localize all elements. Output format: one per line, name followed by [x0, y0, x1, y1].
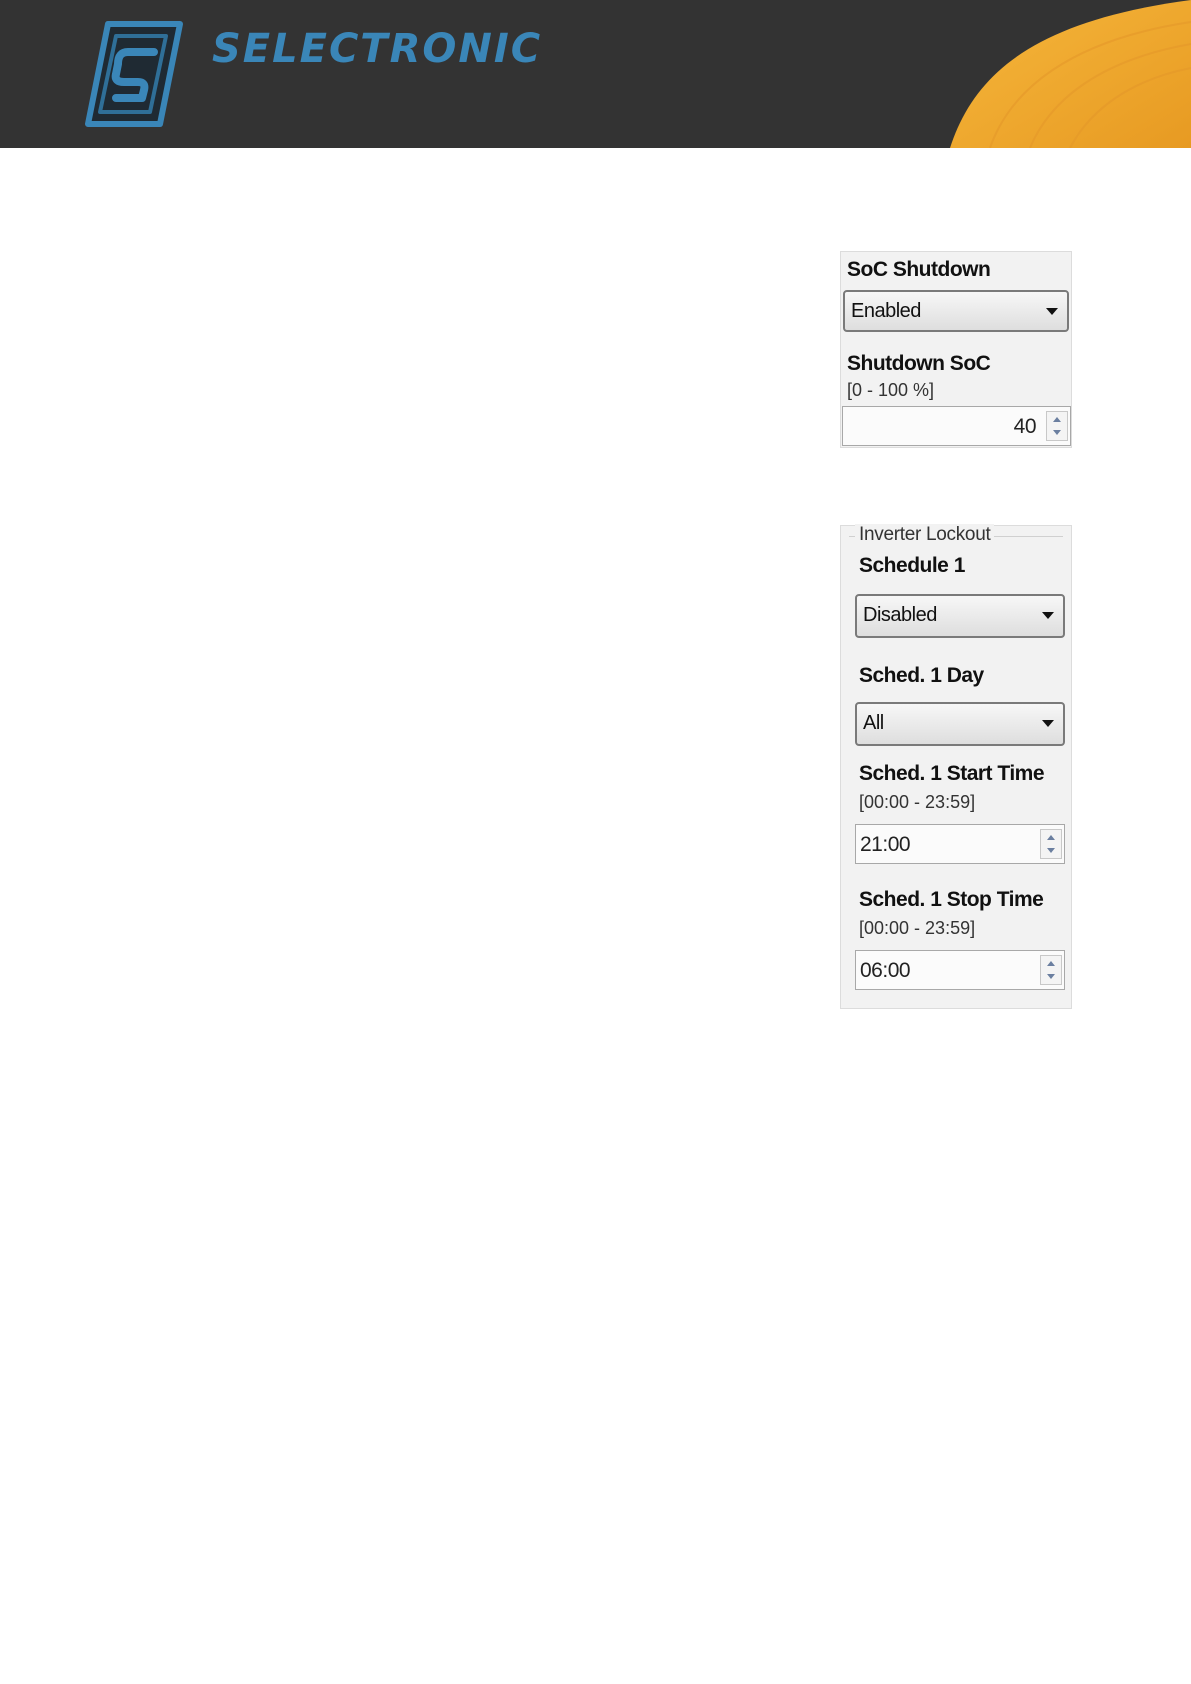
- spin-down-icon[interactable]: [1047, 974, 1055, 979]
- sched-stop-range: [00:00 - 23:59]: [859, 918, 976, 938]
- sched-start-value: 21:00: [860, 833, 911, 856]
- sched-start-time-input[interactable]: 21:00: [855, 824, 1065, 864]
- shutdown-soc-stepper[interactable]: 40: [842, 406, 1071, 446]
- sched-stop-time-input[interactable]: 06:00: [855, 950, 1065, 990]
- sched-start-label: Sched. 1 Start Time: [859, 762, 1045, 785]
- sched-day-select[interactable]: All: [855, 702, 1065, 746]
- shutdown-soc-label: Shutdown SoC: [847, 352, 991, 375]
- shutdown-soc-range: [0 - 100 %]: [847, 380, 935, 400]
- inverter-lockout-panel: Inverter Lockout Schedule 1 Disabled Sch…: [840, 524, 1072, 1009]
- spin-up-icon[interactable]: [1053, 417, 1061, 422]
- shutdown-soc-value: 40: [1013, 415, 1037, 438]
- sched-day-label: Sched. 1 Day: [859, 664, 984, 687]
- chevron-down-icon: [1046, 308, 1058, 315]
- schedule-value: Disabled: [863, 604, 937, 626]
- chevron-down-icon: [1042, 612, 1054, 619]
- sched-start-range: [00:00 - 23:59]: [859, 792, 976, 812]
- soc-shutdown-panel: SoC Shutdown Enabled Shutdown SoC [0 - 1…: [840, 251, 1072, 448]
- spin-up-icon[interactable]: [1047, 835, 1055, 840]
- schedule-label: Schedule 1: [859, 554, 965, 577]
- spin-down-icon[interactable]: [1053, 430, 1061, 435]
- inverter-lockout-group-title: Inverter Lockout: [855, 524, 995, 546]
- header-banner: SELECTRONIC: [0, 0, 1191, 148]
- soc-shutdown-value: Enabled: [851, 300, 921, 322]
- spin-buttons[interactable]: [1046, 411, 1068, 441]
- soc-shutdown-label: SoC Shutdown: [847, 258, 991, 281]
- brand-wordmark: SELECTRONIC: [212, 26, 543, 72]
- spin-down-icon[interactable]: [1047, 848, 1055, 853]
- sched-day-value: All: [863, 712, 884, 734]
- selectronic-logo-icon: [85, 21, 183, 127]
- sched-stop-value: 06:00: [860, 959, 911, 982]
- chevron-down-icon: [1042, 720, 1054, 727]
- schedule-select[interactable]: Disabled: [855, 594, 1065, 638]
- sched-stop-label: Sched. 1 Stop Time: [859, 888, 1044, 911]
- spin-buttons[interactable]: [1040, 829, 1062, 859]
- soc-shutdown-select[interactable]: Enabled: [843, 290, 1069, 332]
- spin-buttons[interactable]: [1040, 955, 1062, 985]
- spin-up-icon[interactable]: [1047, 961, 1055, 966]
